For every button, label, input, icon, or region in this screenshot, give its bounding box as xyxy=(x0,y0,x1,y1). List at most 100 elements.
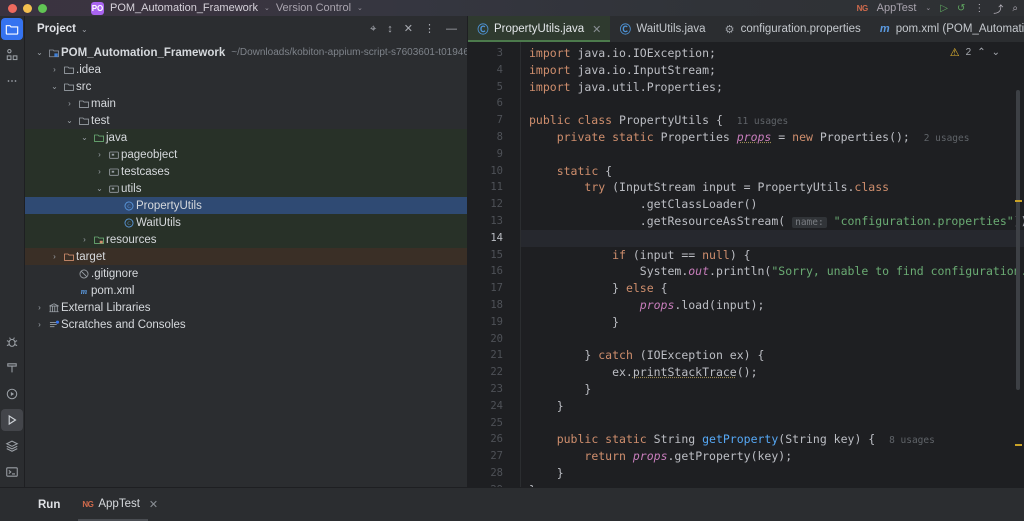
code-line[interactable]: import java.io.InputStream; xyxy=(521,62,1024,79)
code-line[interactable]: } xyxy=(521,314,1024,331)
updates-icon[interactable]: ⤴ xyxy=(993,1,1003,16)
tree-item-pom-xml[interactable]: mpom.xml xyxy=(25,282,467,299)
tree-item-test[interactable]: ⌄test xyxy=(25,112,467,129)
tree-item-target[interactable]: ›target xyxy=(25,248,467,265)
terminal-icon[interactable] xyxy=(1,461,23,483)
chevron-down-icon[interactable]: ⌄ xyxy=(48,83,61,91)
next-problem-icon[interactable]: ⌄ xyxy=(992,47,1000,58)
tree-item-pageobject[interactable]: ›pageobject xyxy=(25,146,467,163)
chevron-down-icon[interactable]: ⌄ xyxy=(78,134,91,142)
code-line[interactable] xyxy=(521,415,1024,432)
maximize-window-button[interactable] xyxy=(38,4,47,13)
error-stripe-mark[interactable] xyxy=(1015,200,1022,202)
close-icon[interactable]: ✕ xyxy=(149,498,158,511)
editor-tab-bar[interactable]: ⒸPropertyUtils.java✕ⒸWaitUtils.java⚙conf… xyxy=(468,16,1024,42)
chevron-right-icon[interactable]: › xyxy=(33,321,46,329)
more-actions-icon[interactable]: ⋮ xyxy=(974,3,984,14)
editor-tab-configuration-properties[interactable]: ⚙configuration.properties xyxy=(715,16,870,42)
chevron-right-icon[interactable]: › xyxy=(93,168,106,176)
previous-problem-icon[interactable]: ⌃ xyxy=(977,47,985,58)
structure-icon[interactable] xyxy=(1,44,23,66)
code-line[interactable]: try (InputStream input = PropertyUtils.c… xyxy=(521,179,1024,196)
code-line[interactable]: static { xyxy=(521,163,1024,180)
project-view-chevron-down-icon[interactable]: ⌄ xyxy=(81,25,88,34)
code-line[interactable]: } catch (IOException ex) { xyxy=(521,347,1024,364)
chevron-down-icon[interactable]: ⌄ xyxy=(93,185,106,193)
code-line[interactable] xyxy=(521,331,1024,348)
version-control-menu[interactable]: Version Control xyxy=(276,2,351,14)
project-tree[interactable]: ⌄POM_Automation_Framework~/Downloads/kob… xyxy=(25,42,467,487)
locate-icon[interactable]: ⌖ xyxy=(370,24,376,35)
code-line[interactable] xyxy=(521,146,1024,163)
project-icon[interactable] xyxy=(1,18,23,40)
tree-item-pom-automation-framework[interactable]: ⌄POM_Automation_Framework~/Downloads/kob… xyxy=(25,44,467,61)
code-line[interactable]: import java.io.IOException; xyxy=(521,45,1024,62)
run-button-icon[interactable]: ▷ xyxy=(940,3,948,14)
code-line[interactable]: private static Properties props = new Pr… xyxy=(521,129,1024,146)
expand-collapse-icon[interactable]: ↕ xyxy=(387,24,393,35)
minimize-window-button[interactable] xyxy=(23,4,32,13)
vcs-chevron-down-icon[interactable]: ⌄ xyxy=(357,4,363,12)
tree-item-main[interactable]: ›main xyxy=(25,95,467,112)
code-line[interactable]: } xyxy=(521,465,1024,482)
run-panel-icon[interactable] xyxy=(1,409,23,431)
chevron-down-icon[interactable]: ⌄ xyxy=(33,49,46,57)
project-chevron-down-icon[interactable]: ⌄ xyxy=(264,4,270,12)
tree-item-utils[interactable]: ⌄utils xyxy=(25,180,467,197)
collapse-all-icon[interactable]: ✕ xyxy=(404,24,413,35)
window-controls[interactable] xyxy=(8,4,47,13)
code-line[interactable]: if (input == null) { xyxy=(521,247,1024,264)
code-line[interactable]: } xyxy=(521,482,1024,487)
editor-tab-waitutils-java[interactable]: ⒸWaitUtils.java xyxy=(610,16,714,42)
chevron-right-icon[interactable]: › xyxy=(33,304,46,312)
tree-item-java[interactable]: ⌄java xyxy=(25,129,467,146)
scrollbar-thumb[interactable] xyxy=(1016,90,1020,390)
bug-icon[interactable] xyxy=(1,331,23,353)
chevron-right-icon[interactable]: › xyxy=(63,100,76,108)
tree-item-resources[interactable]: ›resources xyxy=(25,231,467,248)
code-line[interactable]: import java.util.Properties; xyxy=(521,79,1024,96)
code-line[interactable]: ex.printStackTrace(); xyxy=(521,364,1024,381)
code-folding-gutter[interactable] xyxy=(510,42,521,487)
debug-button-icon[interactable]: ↺ xyxy=(957,3,965,14)
editor-scrollbar[interactable] xyxy=(1015,72,1020,485)
code-line[interactable]: } else { xyxy=(521,280,1024,297)
play-circle-icon[interactable] xyxy=(1,383,23,405)
code-line[interactable]: .getResourceAsStream( name: "configurati… xyxy=(521,213,1024,230)
tree-item-propertyutils[interactable]: CPropertyUtils xyxy=(25,197,467,214)
tree-item-testcases[interactable]: ›testcases xyxy=(25,163,467,180)
tree-item-waitutils[interactable]: CWaitUtils xyxy=(25,214,467,231)
tree-item-external-libraries[interactable]: ›External Libraries xyxy=(25,299,467,316)
run-tab-apptest[interactable]: NG AppTest ✕ xyxy=(82,498,158,512)
editor-tab-propertyutils-java[interactable]: ⒸPropertyUtils.java✕ xyxy=(468,16,610,42)
close-window-button[interactable] xyxy=(8,4,17,13)
code-line[interactable]: public class PropertyUtils { 11 usages xyxy=(521,112,1024,129)
code-line[interactable]: } xyxy=(521,398,1024,415)
error-stripe-mark[interactable] xyxy=(1015,444,1022,446)
services-layers-icon[interactable] xyxy=(1,435,23,457)
tree-item-src[interactable]: ⌄src xyxy=(25,78,467,95)
chevron-right-icon[interactable]: › xyxy=(93,151,106,159)
source-code[interactable]: import java.io.IOException;import java.i… xyxy=(521,42,1024,487)
chevron-down-icon[interactable]: ⌄ xyxy=(63,117,76,125)
close-icon[interactable]: ✕ xyxy=(592,23,601,36)
run-configuration-selector[interactable]: AppTest xyxy=(877,2,917,14)
chevron-right-icon[interactable]: › xyxy=(48,253,61,261)
hammer-icon[interactable] xyxy=(1,357,23,379)
code-line[interactable]: System.out.println("Sorry, unable to fin… xyxy=(521,263,1024,280)
chevron-right-icon[interactable]: › xyxy=(48,66,61,74)
more-tool-windows-icon[interactable] xyxy=(1,70,23,92)
editor-tab-pom-xml-pom-automation-f[interactable]: mpom.xml (POM_Automation_F xyxy=(870,16,1024,42)
tree-item-scratches-and-consoles[interactable]: ›Scratches and Consoles xyxy=(25,316,467,333)
code-line[interactable]: .getClassLoader() xyxy=(521,196,1024,213)
hide-panel-icon[interactable]: — xyxy=(446,24,457,35)
tree-item--gitignore[interactable]: .gitignore xyxy=(25,265,467,282)
code-line[interactable]: public static String getProperty(String … xyxy=(521,431,1024,448)
code-line[interactable] xyxy=(521,95,1024,112)
code-line[interactable] xyxy=(521,230,1024,247)
titlebar-project-name[interactable]: POM_Automation_Framework xyxy=(110,2,258,14)
code-line[interactable]: return props.getProperty(key); xyxy=(521,448,1024,465)
code-editor[interactable]: 3456789101112131415161718192021222324252… xyxy=(468,42,1024,487)
run-config-chevron-down-icon[interactable]: ⌄ xyxy=(925,4,931,12)
tree-item--idea[interactable]: ›.idea xyxy=(25,61,467,78)
